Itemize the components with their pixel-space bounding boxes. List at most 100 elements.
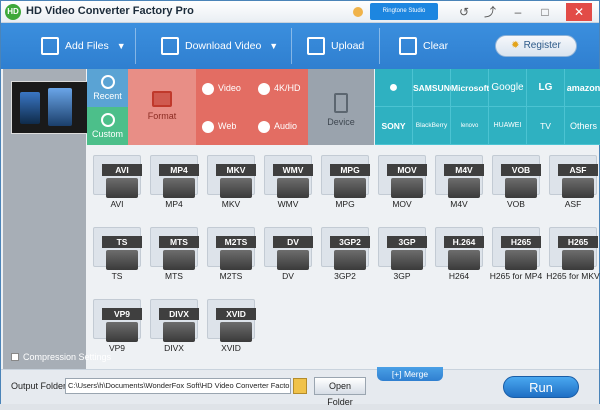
- format-tag: 3GP: [387, 236, 427, 248]
- format-item-wmv[interactable]: WMV WMV: [260, 149, 316, 213]
- format-item-mov[interactable]: MOV MOV: [374, 149, 430, 213]
- run-button[interactable]: Run: [503, 376, 579, 398]
- film-icon: [334, 178, 366, 198]
- format-item-ts[interactable]: TS TS: [89, 221, 145, 285]
- brand-others[interactable]: Others: [565, 107, 600, 145]
- output-folder-field[interactable]: C:\Users\h\Documents\WonderFox Soft\HD V…: [65, 378, 291, 394]
- notification-icon[interactable]: [353, 7, 363, 17]
- brand-google[interactable]: Google: [489, 69, 527, 107]
- format-label: M2TS: [219, 271, 243, 281]
- tab-4k-hd[interactable]: 4K/HD: [252, 69, 308, 107]
- brand-htc-blackberry[interactable]: BlackBerry: [413, 107, 451, 145]
- clear-button[interactable]: Clear: [395, 30, 448, 62]
- format-item-avi[interactable]: AVI AVI: [89, 149, 145, 213]
- brand-lg[interactable]: LG: [527, 69, 565, 107]
- upload-button[interactable]: Upload: [303, 30, 364, 62]
- open-folder-button[interactable]: Open Folder: [314, 377, 366, 407]
- film-icon: [505, 178, 537, 198]
- format-item-m2ts[interactable]: M2TS M2TS: [203, 221, 259, 285]
- brand-huawei[interactable]: HUAWEI: [489, 107, 527, 145]
- compression-settings[interactable]: Compression Settings: [11, 352, 111, 362]
- app-window: HD HD Video Converter Factory Pro Ringto…: [0, 0, 600, 407]
- register-button[interactable]: ✹ Register: [495, 35, 577, 57]
- trash-icon: [399, 37, 417, 55]
- tab-video[interactable]: Video: [196, 69, 252, 107]
- file-list-panel[interactable]: [3, 69, 89, 369]
- video-thumbnail[interactable]: [11, 81, 89, 134]
- brand-sony[interactable]: SONY: [375, 107, 413, 145]
- phone-icon: [334, 93, 348, 113]
- format-label: DV: [282, 271, 294, 281]
- close-button[interactable]: ✕: [566, 3, 592, 21]
- format-item-h264[interactable]: H.264 H264: [431, 221, 487, 285]
- tab-custom-label: Custom: [91, 129, 123, 139]
- film-icon: [163, 250, 195, 270]
- format-tag: DV: [273, 236, 313, 248]
- format-item-dv[interactable]: DV DV: [260, 221, 316, 285]
- format-tile: MP4: [150, 155, 199, 198]
- brand-tv[interactable]: TV: [527, 107, 565, 145]
- format-item-xvid[interactable]: XVID XVID: [203, 293, 259, 357]
- refresh-icon[interactable]: ↺: [453, 3, 475, 21]
- format-item-asf[interactable]: ASF ASF: [545, 149, 600, 213]
- tab-4k-label: 4K/HD: [274, 83, 301, 93]
- format-tile: MOV: [378, 155, 427, 198]
- format-item-m4v[interactable]: M4V M4V: [431, 149, 487, 213]
- film-icon: [106, 178, 138, 198]
- format-label: XVID: [221, 343, 241, 353]
- chevron-down-icon[interactable]: ▼: [117, 30, 126, 62]
- tab-web[interactable]: Web: [196, 107, 252, 145]
- format-tile: ASF: [549, 155, 598, 198]
- browse-folder-icon[interactable]: [293, 378, 307, 394]
- format-label: 3GP2: [334, 271, 356, 281]
- format-item-h265-for-mp4[interactable]: H265 H265 for MP4: [488, 221, 544, 285]
- format-tile: TS: [93, 227, 142, 270]
- tab-recent[interactable]: Recent: [87, 69, 128, 107]
- download-video-button[interactable]: Download Video ▼: [157, 30, 278, 62]
- maximize-button[interactable]: □: [534, 3, 556, 21]
- format-tile: H.264: [435, 227, 484, 270]
- format-item-3gp2[interactable]: 3GP2 3GP2: [317, 221, 373, 285]
- format-item-vp9[interactable]: VP9 VP9: [89, 293, 145, 357]
- thumbnail-device-1: [20, 92, 40, 124]
- format-item-3gp[interactable]: 3GP 3GP: [374, 221, 430, 285]
- minimize-button[interactable]: –: [507, 3, 529, 21]
- brand-apple[interactable]: ●: [375, 69, 413, 107]
- tab-audio[interactable]: Audio: [252, 107, 308, 145]
- format-tile: M2TS: [207, 227, 256, 270]
- brand-lenovo-motorola[interactable]: lenovo MOTOROLA: [451, 107, 489, 167]
- brand-microsoft[interactable]: Microsoft: [451, 69, 489, 107]
- tab-device-label: Device: [327, 117, 355, 127]
- format-tile: WMV: [264, 155, 313, 198]
- ringtone-studio-button[interactable]: Ringtone Studio: [370, 3, 438, 20]
- film-icon: [562, 178, 594, 198]
- compression-checkbox[interactable]: [11, 353, 19, 361]
- format-item-divx[interactable]: DIVX DIVX: [146, 293, 202, 357]
- tab-device[interactable]: Device: [308, 69, 374, 145]
- tab-audio-label: Audio: [274, 121, 298, 131]
- share-icon[interactable]: ⤴: [479, 3, 501, 21]
- merge-button[interactable]: [+] Merge: [377, 367, 443, 381]
- brand-amazon[interactable]: amazon: [565, 69, 600, 107]
- format-tile: H265: [492, 227, 541, 270]
- toolbar-divider: [135, 28, 136, 64]
- format-tile: MPG: [321, 155, 370, 198]
- tab-format[interactable]: Format: [128, 69, 196, 145]
- add-files-button[interactable]: Add Files ▼: [37, 30, 126, 62]
- add-file-icon: [41, 37, 59, 55]
- chevron-down-icon[interactable]: ▼: [269, 30, 278, 62]
- upload-label: Upload: [331, 40, 365, 52]
- tab-custom[interactable]: Custom: [87, 107, 128, 145]
- format-item-mkv[interactable]: MKV MKV: [203, 149, 259, 213]
- format-tile: 3GP: [378, 227, 427, 270]
- format-item-mp4[interactable]: MP4 MP4: [146, 149, 202, 213]
- format-item-mpg[interactable]: MPG MPG: [317, 149, 373, 213]
- format-tile: MKV: [207, 155, 256, 198]
- folder-icon: [152, 91, 172, 107]
- brand-samsung[interactable]: SAMSUNG: [413, 69, 456, 107]
- format-item-h265-for-mkv[interactable]: H265 H265 for MKV: [545, 221, 600, 285]
- format-item-vob[interactable]: VOB VOB: [488, 149, 544, 213]
- tab-video-label: Video: [218, 83, 241, 93]
- format-item-mts[interactable]: MTS MTS: [146, 221, 202, 285]
- format-tag: MPG: [330, 164, 370, 176]
